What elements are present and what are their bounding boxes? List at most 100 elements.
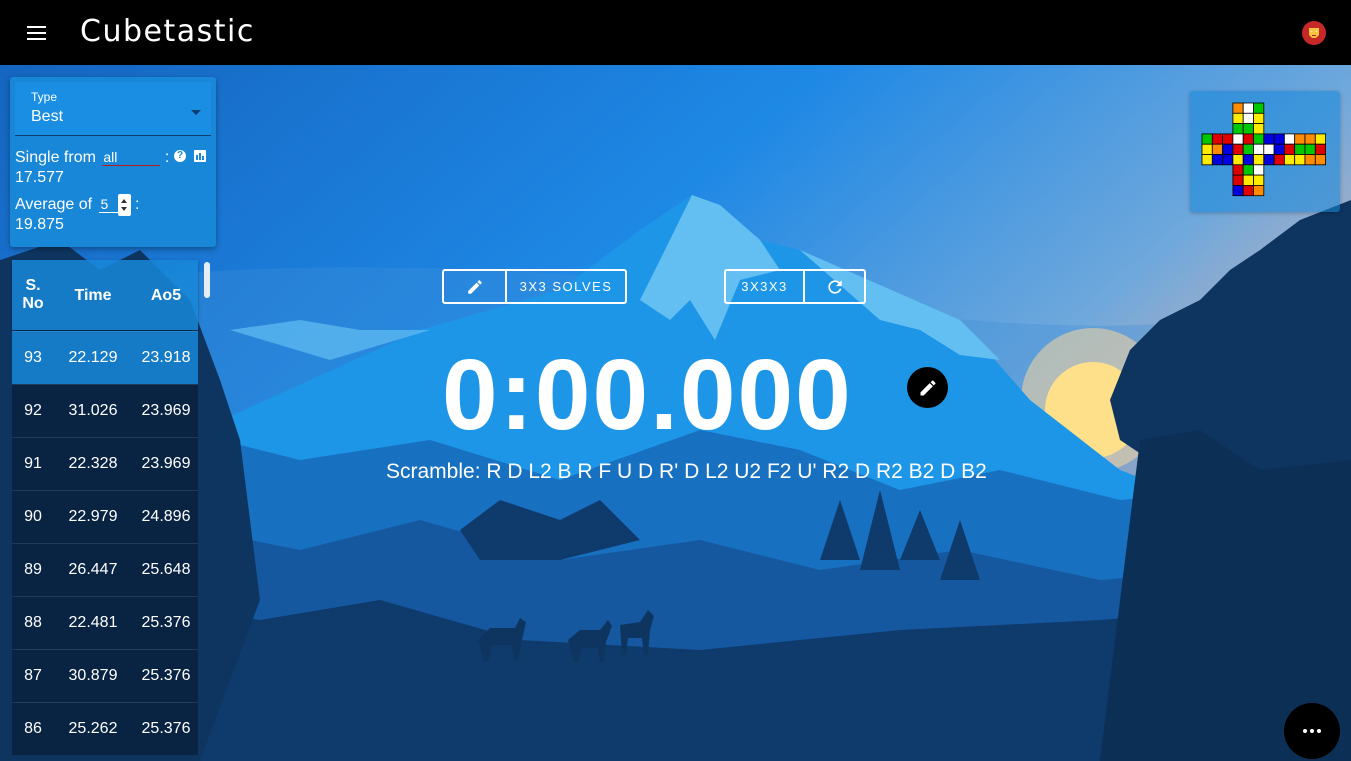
average-value: 19.875 [15,216,64,233]
cube-sticker [1253,143,1265,155]
cube-sticker [1273,143,1285,155]
row-time: 30.879 [68,667,118,684]
cube-preview [1190,91,1340,212]
cube-sticker [1211,154,1223,166]
row-ao5: 23.969 [141,455,191,472]
row-time: 31.026 [68,402,118,419]
cube-sticker [1211,143,1223,155]
average-n-value: 5 [100,196,109,212]
cube-sticker [1242,102,1254,114]
dropdown-caret-icon [191,110,201,115]
type-select[interactable]: Type Best [15,82,211,136]
cube-sticker [1232,174,1244,186]
table-row[interactable]: 91 22.328 23.969 [12,437,198,490]
cube-sticker [1314,133,1327,145]
edit-session-button[interactable] [444,271,505,302]
solves-table: S. No Time Ao5 93 22.129 23.918 92 31.026 23.… [10,258,216,761]
row-time: 26.447 [68,561,118,578]
puzzle-type-button[interactable]: 3X3X3 [726,271,803,302]
row-ao5: 25.648 [141,561,191,578]
cube-sticker [1222,143,1234,155]
timer-edit-button[interactable] [907,367,948,408]
cube-sticker [1201,143,1213,155]
menu-icon[interactable] [16,18,56,48]
cube-sticker [1242,143,1254,155]
cube-sticker [1232,102,1244,114]
cube-sticker [1232,133,1244,145]
app-bar: Cubetastic [0,0,1351,65]
table-row[interactable]: 93 22.129 23.918 [12,331,198,384]
cube-sticker [1253,133,1265,145]
cube-sticker [1294,154,1306,166]
table-row[interactable]: 90 22.979 24.896 [12,490,198,543]
cube-sticker [1263,133,1275,145]
cube-sticker [1314,143,1327,155]
cube-sticker [1284,154,1296,166]
cube-sticker [1211,133,1223,145]
row-sno: 89 [24,561,42,578]
row-sno: 88 [24,614,42,631]
cube-sticker [1242,112,1254,124]
session-button[interactable]: 3X3 SOLVES [505,271,625,302]
table-row[interactable]: 92 31.026 23.969 [12,384,198,437]
table-row[interactable]: 88 22.481 25.376 [12,596,198,649]
type-select-label: Type [31,90,58,104]
cube-sticker [1201,133,1213,145]
cube-sticker [1232,112,1244,124]
refresh-icon [827,279,842,294]
cube-sticker [1232,185,1244,197]
scrollbar-thumb[interactable] [204,262,210,298]
sno-header-line1: S. [25,277,41,294]
number-spinner[interactable] [117,194,131,216]
row-time: 22.979 [68,508,118,525]
more-horiz-icon[interactable] [1284,703,1340,759]
row-ao5: 23.918 [141,349,191,366]
puzzle-button-group: 3X3X3 [724,269,866,304]
pencil-icon [920,379,936,395]
pencil-icon [467,279,482,294]
single-scope-input[interactable]: all [102,149,161,166]
timer-display[interactable]: 0:00.000 [442,345,907,445]
help-icon[interactable]: ? [174,150,186,162]
row-time: 22.129 [68,349,118,366]
ao5-header: Ao5 [150,287,182,304]
cube-sticker [1242,123,1254,135]
cube-sticker [1253,123,1265,135]
chart-icon[interactable] [194,150,206,162]
cube-sticker [1314,154,1327,166]
cube-sticker [1253,185,1265,197]
cube-sticker [1253,164,1265,176]
type-select-value: Best [31,108,64,125]
table-row[interactable]: 89 26.447 25.648 [12,543,198,596]
cube-sticker [1263,154,1275,166]
session-button-group: 3X3 SOLVES [442,269,627,304]
new-scramble-button[interactable] [803,271,864,302]
cube-sticker [1304,143,1316,155]
sno-header: S. No [16,277,50,313]
average-label: Average of [15,196,93,213]
avatar[interactable] [1302,21,1326,45]
cube-sticker [1273,154,1285,166]
cube-sticker [1201,154,1213,166]
cube-sticker [1253,174,1265,186]
cube-sticker [1263,143,1275,155]
row-sno: 90 [24,508,42,525]
row-ao5: 25.376 [141,720,191,737]
cube-sticker [1253,112,1265,124]
average-colon: : [135,196,140,213]
cube-sticker [1273,133,1285,145]
row-sno: 86 [24,720,42,737]
table-body: 93 22.129 23.918 92 31.026 23.969 91 22.328 23.9… [12,331,198,755]
table-scrollbar[interactable] [203,262,211,761]
app-title: Cubetastic [80,14,255,49]
cube-sticker [1242,164,1254,176]
average-n-input[interactable]: 5 [98,194,131,216]
cube-sticker [1232,123,1244,135]
table-row[interactable]: 87 30.879 25.376 [12,649,198,702]
cube-sticker [1294,133,1306,145]
table-row[interactable]: 86 25.262 25.376 [12,702,198,755]
single-colon: : [164,149,170,166]
iron-man-icon [1309,28,1319,38]
average-line: Average of 5 : [15,194,140,216]
scramble-text: Scramble: R D L2 B R F U D R' D L2 U2 F2… [386,460,987,483]
